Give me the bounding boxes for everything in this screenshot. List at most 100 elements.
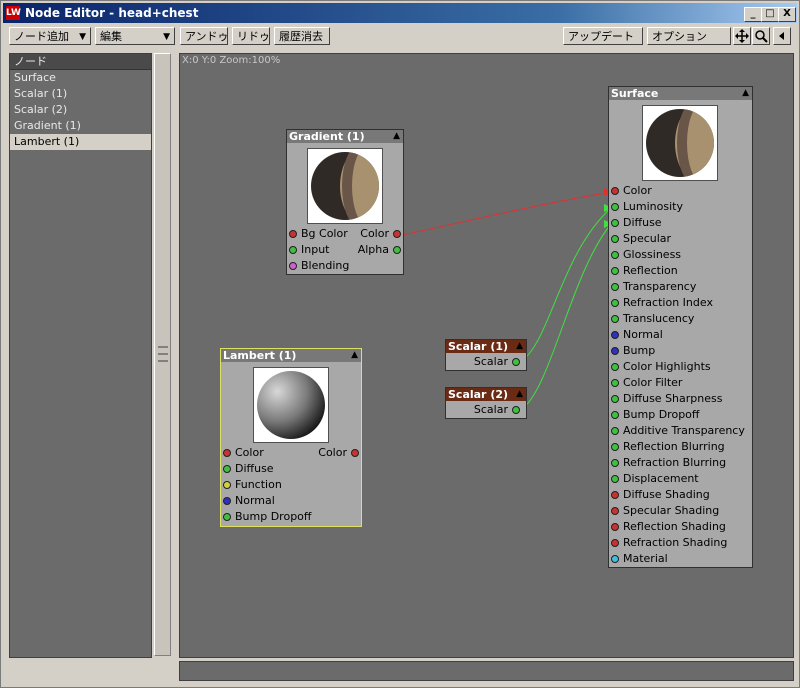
zoom-button[interactable] [752,27,770,45]
port-dot-icon[interactable] [611,187,619,195]
port-dot-icon[interactable] [611,523,619,531]
close-button[interactable]: X [778,7,796,22]
collapse-triangle-icon[interactable]: ▲ [351,349,358,362]
port-dot-icon[interactable] [611,491,619,499]
port-dot-icon[interactable] [611,507,619,515]
surface-node[interactable]: Surface ▲ Color Luminosity Diffuse Specular G… [608,86,753,568]
port-dot-icon[interactable] [289,230,297,238]
port-dot-icon[interactable] [393,246,401,254]
title-bar[interactable]: LW Node Editor - head+chest _ □ X [3,3,797,23]
surface-input-bump-dropoff[interactable]: Bump Dropoff [611,407,699,423]
port-dot-icon[interactable] [393,230,401,238]
port-dot-icon[interactable] [611,555,619,563]
port-dot-icon[interactable] [611,251,619,259]
surface-input-additive-transparency[interactable]: Additive Transparency [611,423,745,439]
lambert-node[interactable]: Lambert (1) ▲ Color Diffuse Function Norm… [220,348,362,527]
port-dot-icon[interactable] [611,347,619,355]
lambert-input-function[interactable]: Function [223,477,282,493]
surface-input-color[interactable]: Color [611,183,652,199]
port-dot-icon[interactable] [611,235,619,243]
edit-dropdown[interactable]: 編集 ▼ [95,27,175,45]
port-dot-icon[interactable] [611,219,619,227]
lambert-input-normal[interactable]: Normal [223,493,275,509]
port-dot-icon[interactable] [289,246,297,254]
lambert-node-header[interactable]: Lambert (1) ▲ [221,349,361,362]
lambert-input-diffuse[interactable]: Diffuse [223,461,274,477]
surface-input-luminosity[interactable]: Luminosity [611,199,683,215]
surface-input-diffuse-shading[interactable]: Diffuse Shading [611,487,710,503]
port-dot-icon[interactable] [512,406,520,414]
lambert-output-color[interactable]: Color [318,445,359,461]
gradient-output-color[interactable]: Color [360,226,401,242]
port-dot-icon[interactable] [611,379,619,387]
gradient-node-header[interactable]: Gradient (1) ▲ [287,130,403,143]
gradient-input-blending[interactable]: Blending [289,258,349,274]
port-dot-icon[interactable] [611,427,619,435]
update-button[interactable]: アップデート [563,27,643,45]
scalar-1-node-header[interactable]: Scalar (1) ▲ [446,340,526,353]
surface-input-normal[interactable]: Normal [611,327,663,343]
surface-input-displacement[interactable]: Displacement [611,471,699,487]
port-dot-icon[interactable] [223,497,231,505]
collapse-button[interactable] [773,27,791,45]
options-button[interactable]: オプション [647,27,731,45]
surface-input-diffuse-sharpness[interactable]: Diffuse Sharpness [611,391,722,407]
gradient-input-input[interactable]: Input [289,242,329,258]
surface-node-header[interactable]: Surface ▲ [609,87,752,100]
node-list-item-lambert[interactable]: Lambert (1) [10,134,151,150]
port-dot-icon[interactable] [223,449,231,457]
port-dot-icon[interactable] [611,395,619,403]
surface-input-material[interactable]: Material [611,551,668,567]
lambert-input-bump-dropoff[interactable]: Bump Dropoff [223,509,311,525]
redo-button[interactable]: リドゥ [232,27,270,45]
surface-input-refraction-index[interactable]: Refraction Index [611,295,713,311]
port-dot-icon[interactable] [351,449,359,457]
port-dot-icon[interactable] [611,475,619,483]
node-list-item-scalar-2[interactable]: Scalar (2) [10,102,151,118]
port-dot-icon[interactable] [611,203,619,211]
port-dot-icon[interactable] [611,299,619,307]
pan-button[interactable] [733,27,751,45]
scalar-2-node[interactable]: Scalar (2) ▲ Scalar [445,387,527,419]
scalar-2-output[interactable]: Scalar [474,402,520,418]
surface-input-reflection-shading[interactable]: Reflection Shading [611,519,726,535]
node-list-item-scalar-1[interactable]: Scalar (1) [10,86,151,102]
collapse-triangle-icon[interactable]: ▲ [742,87,749,100]
maximize-button[interactable]: □ [761,7,779,22]
surface-input-specular-shading[interactable]: Specular Shading [611,503,719,519]
node-list-item-surface[interactable]: Surface [10,70,151,86]
port-dot-icon[interactable] [611,283,619,291]
scalar-2-node-header[interactable]: Scalar (2) ▲ [446,388,526,401]
port-dot-icon[interactable] [223,481,231,489]
port-dot-icon[interactable] [289,262,297,270]
gradient-output-alpha[interactable]: Alpha [358,242,401,258]
surface-input-diffuse[interactable]: Diffuse [611,215,662,231]
port-dot-icon[interactable] [223,465,231,473]
surface-input-color-highlights[interactable]: Color Highlights [611,359,711,375]
port-dot-icon[interactable] [611,459,619,467]
node-list-item-gradient[interactable]: Gradient (1) [10,118,151,134]
lambert-input-color[interactable]: Color [223,445,264,461]
gradient-input-bg-color[interactable]: Bg Color [289,226,348,242]
surface-input-reflection[interactable]: Reflection [611,263,678,279]
surface-input-color-filter[interactable]: Color Filter [611,375,682,391]
surface-input-bump[interactable]: Bump [611,343,655,359]
minimize-button[interactable]: _ [744,7,762,22]
port-dot-icon[interactable] [611,411,619,419]
surface-input-transparency[interactable]: Transparency [611,279,696,295]
undo-button[interactable]: アンドゥ [180,27,229,45]
node-canvas[interactable]: X:0 Y:0 Zoom:100% Gradient (1) ▲ Bg Color… [179,53,794,658]
port-dot-icon[interactable] [512,358,520,366]
port-dot-icon[interactable] [611,443,619,451]
port-dot-icon[interactable] [611,315,619,323]
surface-input-glossiness[interactable]: Glossiness [611,247,681,263]
surface-input-reflection-blurring[interactable]: Reflection Blurring [611,439,725,455]
surface-input-refraction-blurring[interactable]: Refraction Blurring [611,455,726,471]
port-dot-icon[interactable] [611,539,619,547]
add-node-dropdown[interactable]: ノード追加 ▼ [9,27,91,45]
collapse-triangle-icon[interactable]: ▲ [516,388,523,401]
collapse-triangle-icon[interactable]: ▲ [516,340,523,353]
clear-history-button[interactable]: 履歴消去 [274,27,330,45]
port-dot-icon[interactable] [611,267,619,275]
port-dot-icon[interactable] [223,513,231,521]
